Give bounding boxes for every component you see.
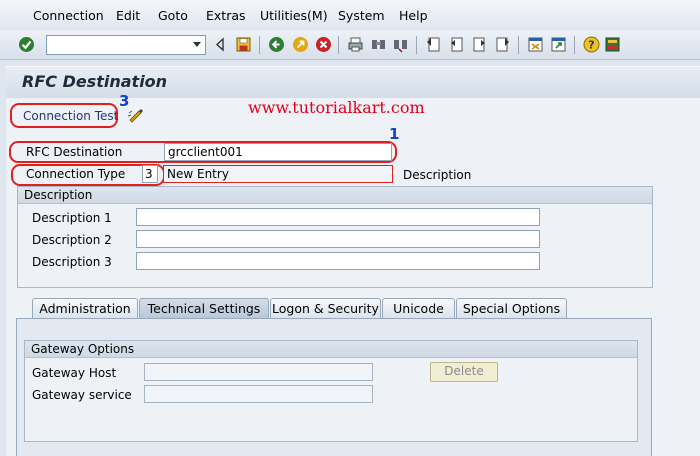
tab-technical-settings[interactable]: Technical Settings	[139, 298, 269, 318]
command-field[interactable]	[46, 35, 206, 55]
tab-special-options[interactable]: Special Options	[456, 298, 567, 318]
rfc-destination-label: RFC Destination	[26, 145, 123, 159]
menu-extras[interactable]: Extras	[206, 8, 246, 23]
menu-help[interactable]: Help	[399, 8, 428, 23]
description-2-label: Description 2	[32, 233, 112, 247]
description-2-input[interactable]	[136, 230, 540, 248]
find-next-icon[interactable]	[392, 36, 409, 53]
help-icon[interactable]: ?	[583, 36, 600, 53]
gateway-host-label: Gateway Host	[32, 366, 117, 380]
collapse-left-icon[interactable]	[212, 36, 229, 53]
tab-administration[interactable]: Administration	[32, 298, 138, 318]
gateway-host-input[interactable]	[144, 363, 373, 381]
description-1-label: Description 1	[32, 211, 112, 225]
description-3-label: Description 3	[32, 255, 112, 269]
menu-connection[interactable]: Connection	[33, 8, 104, 23]
description-group-title: Description	[18, 187, 652, 204]
gateway-service-input[interactable]	[144, 385, 373, 403]
menu-utilities[interactable]: Utilities(M)	[260, 8, 328, 23]
menu-bar: Connection Edit Goto Extras Utilities(M)…	[0, 0, 700, 30]
connection-test-button[interactable]: Connection Test	[23, 109, 118, 123]
exit-icon[interactable]	[292, 36, 309, 53]
edit-pencil-icon[interactable]	[127, 107, 145, 123]
standard-toolbar: ?	[0, 30, 700, 60]
previous-page-icon[interactable]	[448, 36, 465, 53]
print-icon[interactable]	[347, 36, 364, 53]
first-page-icon[interactable]	[425, 36, 442, 53]
chevron-down-icon[interactable]	[193, 42, 201, 47]
tab-unicode[interactable]: Unicode	[382, 298, 455, 318]
delete-button[interactable]: Delete	[430, 362, 498, 382]
shortcut-icon[interactable]	[550, 36, 567, 53]
connection-type-description: New Entry	[163, 165, 393, 183]
gateway-options-title: Gateway Options	[25, 341, 637, 358]
create-session-icon[interactable]	[527, 36, 544, 53]
enter-check-icon[interactable]	[18, 36, 35, 53]
menu-system[interactable]: System	[338, 8, 385, 23]
save-icon[interactable]	[235, 36, 252, 53]
connection-type-input[interactable]: 3	[142, 165, 158, 183]
tab-logon-security[interactable]: Logon & Security	[270, 298, 381, 318]
description-3-input[interactable]	[136, 252, 540, 270]
last-page-icon[interactable]	[494, 36, 511, 53]
cancel-icon[interactable]	[315, 36, 332, 53]
page-title: RFC Destination	[22, 72, 168, 91]
next-page-icon[interactable]	[471, 36, 488, 53]
layout-menu-icon[interactable]	[604, 36, 621, 53]
rfc-destination-input[interactable]: grcclient001	[164, 143, 392, 161]
find-icon[interactable]	[370, 36, 387, 53]
annotation-1: 1	[389, 125, 400, 143]
description-label: Description	[403, 168, 472, 182]
menu-goto[interactable]: Goto	[158, 8, 188, 23]
back-icon[interactable]	[268, 36, 285, 53]
gateway-service-label: Gateway service	[32, 388, 132, 402]
description-1-input[interactable]	[136, 208, 540, 226]
watermark-text: www.tutorialkart.com	[248, 98, 425, 117]
menu-edit[interactable]: Edit	[116, 8, 140, 23]
svg-text:?: ?	[588, 39, 594, 52]
connection-type-label: Connection Type	[26, 167, 126, 181]
